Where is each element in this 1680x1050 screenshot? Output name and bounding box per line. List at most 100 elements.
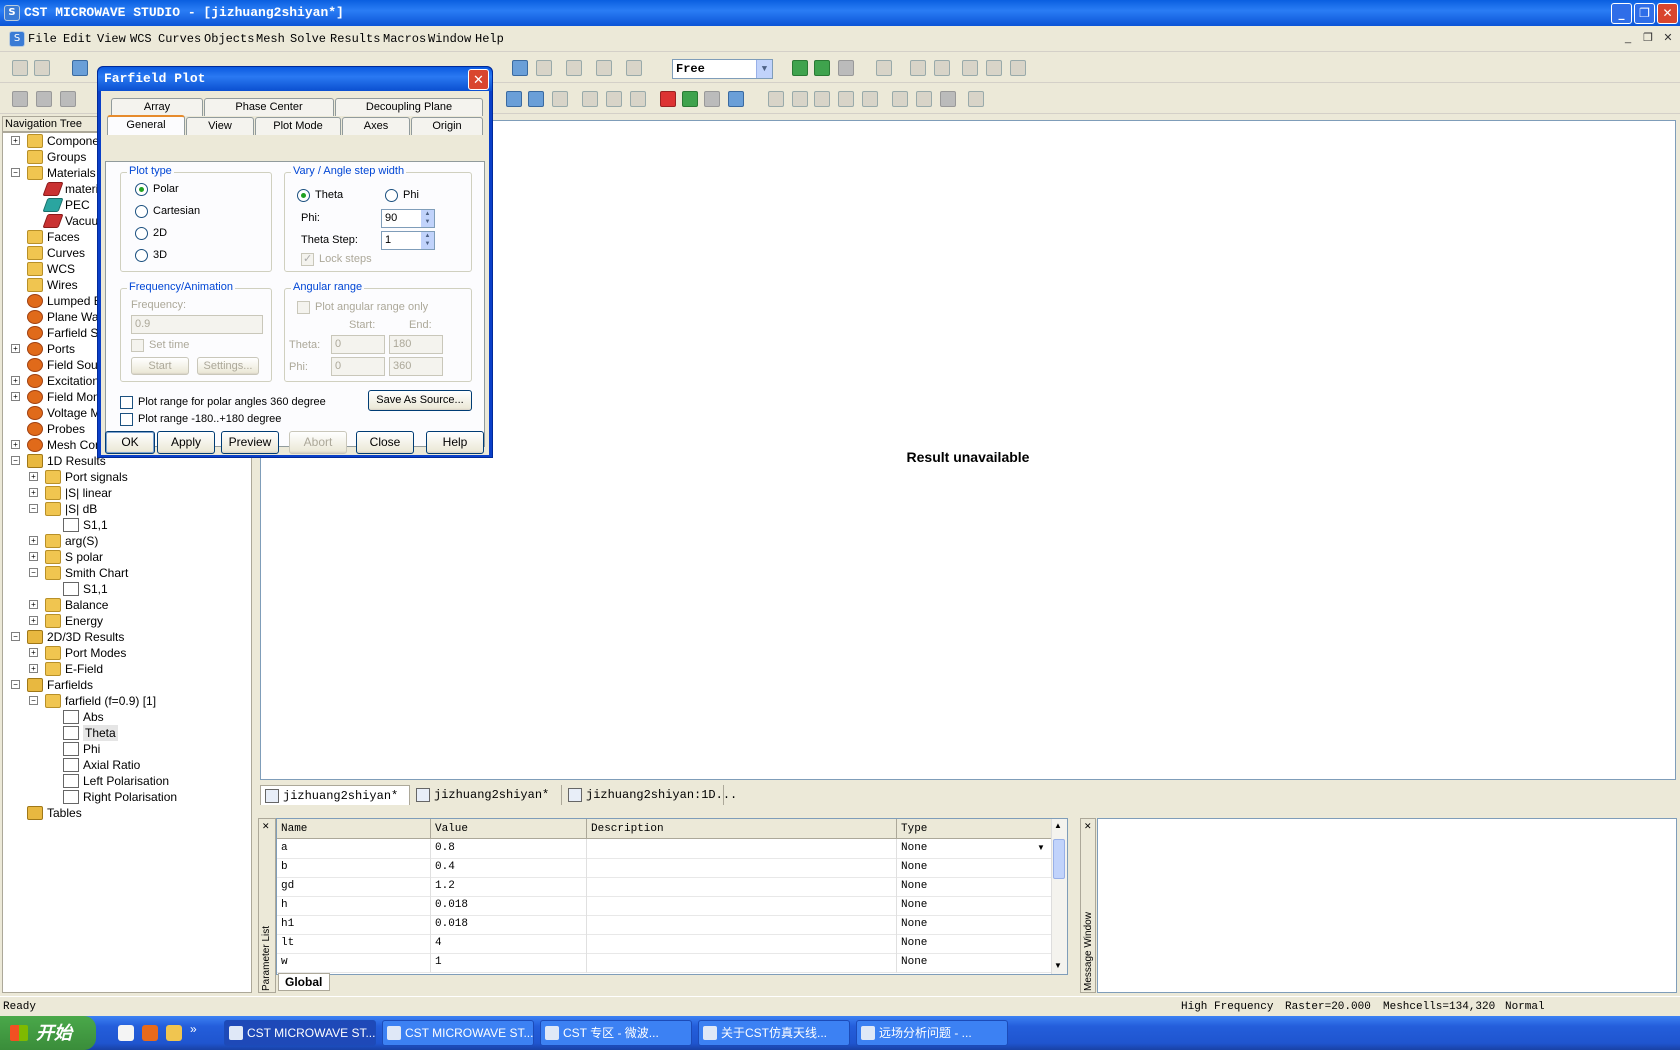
- theta-step-spinner[interactable]: 1 ▲ ▼: [381, 231, 435, 250]
- radio-2d[interactable]: [135, 227, 148, 240]
- menu-results[interactable]: Results: [330, 32, 380, 46]
- port-icon[interactable]: [660, 91, 676, 107]
- wcs-align-icon[interactable]: [962, 60, 978, 76]
- dialog-titlebar[interactable]: Farfield Plot: [98, 67, 492, 91]
- line-icon[interactable]: [768, 91, 784, 107]
- expand-icon[interactable]: +: [11, 376, 20, 385]
- message-window[interactable]: [1097, 818, 1677, 993]
- expand-icon[interactable]: +: [11, 344, 20, 353]
- doc-tab-1d[interactable]: jizhuang2shiyan:1D...: [564, 785, 737, 805]
- transform-icon[interactable]: [596, 60, 612, 76]
- range-180-checkbox[interactable]: [120, 413, 133, 426]
- pick-icon[interactable]: [512, 60, 528, 76]
- param-name-cell[interactable]: w: [277, 953, 431, 973]
- stop-icon[interactable]: [940, 91, 956, 107]
- param-type-cell[interactable]: None: [897, 839, 1053, 859]
- curve-icon[interactable]: [862, 91, 878, 107]
- task-browser-3[interactable]: 远场分析问题 - ...: [856, 1020, 1008, 1046]
- cross-icon[interactable]: [630, 91, 646, 107]
- show-desktop-icon[interactable]: [118, 1025, 134, 1041]
- solver-icon[interactable]: [792, 60, 808, 76]
- tab-plot-mode[interactable]: Plot Mode: [255, 117, 341, 135]
- param-value-cell[interactable]: 1: [431, 953, 587, 973]
- message-window-handle[interactable]: ✕ Message Window: [1080, 818, 1096, 993]
- col-header-name[interactable]: Name: [277, 819, 431, 839]
- menu-wcs[interactable]: WCS: [130, 32, 152, 46]
- menu-curves[interactable]: Curves: [158, 32, 201, 46]
- info-icon[interactable]: [728, 91, 744, 107]
- wcs-move-icon[interactable]: [986, 60, 1002, 76]
- param-value-cell[interactable]: 0.018: [431, 915, 587, 935]
- abort-button[interactable]: Abort: [289, 431, 347, 454]
- bend-icon[interactable]: [626, 60, 642, 76]
- probe-icon[interactable]: [582, 91, 598, 107]
- polar-360-checkbox[interactable]: [120, 396, 133, 409]
- close-icon[interactable]: ✕: [1084, 821, 1092, 832]
- task-browser-1[interactable]: CST 专区 - 微波...: [540, 1020, 692, 1046]
- help-button[interactable]: Help: [426, 431, 484, 454]
- start-button[interactable]: 开始: [0, 1016, 96, 1050]
- grid-icon[interactable]: [536, 60, 552, 76]
- collapse-icon[interactable]: −: [11, 456, 20, 465]
- tab-view[interactable]: View: [186, 117, 254, 135]
- col-header-description[interactable]: Description: [587, 819, 897, 839]
- global-tab[interactable]: Global: [278, 973, 330, 991]
- minimize-button[interactable]: _: [1611, 3, 1632, 24]
- radio-cartesian[interactable]: [135, 205, 148, 218]
- menu-file[interactable]: File: [28, 32, 57, 46]
- param-name-cell[interactable]: h: [277, 896, 431, 916]
- scroll-down-icon[interactable]: ▼: [1054, 961, 1062, 970]
- close-window-button[interactable]: ✕: [1657, 3, 1678, 24]
- radio-theta[interactable]: [297, 189, 310, 202]
- expand-icon[interactable]: +: [29, 664, 38, 673]
- expand-icon[interactable]: +: [29, 600, 38, 609]
- radio-phi[interactable]: [385, 189, 398, 202]
- mode-select[interactable]: Free ▼: [672, 59, 773, 79]
- phi-spinner[interactable]: 90 ▲ ▼: [381, 209, 435, 228]
- menu-window[interactable]: Window: [428, 32, 471, 46]
- arc-icon[interactable]: [838, 91, 854, 107]
- param-name-cell[interactable]: h1: [277, 915, 431, 935]
- plot-icon[interactable]: [506, 91, 522, 107]
- param-value-cell[interactable]: 0.8: [431, 839, 587, 859]
- mesh-view-icon[interactable]: [814, 60, 830, 76]
- sphere-icon[interactable]: [12, 91, 28, 107]
- tab-decoupling-plane[interactable]: Decoupling Plane: [335, 98, 483, 116]
- expand-icon[interactable]: +: [29, 488, 38, 497]
- phi-start-input[interactable]: 0: [331, 357, 385, 376]
- col-header-type[interactable]: Type: [897, 819, 1053, 839]
- mdi-minimize-button[interactable]: _: [1620, 31, 1636, 46]
- set-time-checkbox[interactable]: [131, 339, 144, 352]
- collapse-icon[interactable]: −: [11, 168, 20, 177]
- menu-edit[interactable]: Edit: [63, 32, 92, 46]
- collapse-icon[interactable]: −: [29, 504, 38, 513]
- menu-mesh[interactable]: Mesh: [256, 32, 285, 46]
- param-name-cell[interactable]: b: [277, 858, 431, 878]
- monitor-icon[interactable]: [704, 91, 720, 107]
- new-file-icon[interactable]: [12, 60, 28, 76]
- param-description-cell[interactable]: [587, 839, 897, 859]
- spinner-arrows-icon[interactable]: ▲ ▼: [421, 232, 434, 249]
- param-value-cell[interactable]: 4: [431, 934, 587, 954]
- save-icon[interactable]: [72, 60, 88, 76]
- param-name-cell[interactable]: a: [277, 839, 431, 859]
- save-as-source-button[interactable]: Save As Source...: [368, 390, 472, 411]
- excitation-icon[interactable]: [682, 91, 698, 107]
- copy-icon[interactable]: [552, 91, 568, 107]
- close-icon[interactable]: ✕: [262, 821, 270, 832]
- angular-range-only-checkbox[interactable]: [297, 301, 310, 314]
- wire-icon[interactable]: [606, 91, 622, 107]
- task-cst-2[interactable]: CST MICROWAVE ST...: [382, 1020, 534, 1046]
- cube-icon[interactable]: [566, 60, 582, 76]
- close-button[interactable]: Close: [356, 431, 414, 454]
- polar-icon[interactable]: [528, 91, 544, 107]
- polyline-icon[interactable]: [792, 91, 808, 107]
- expand-icon[interactable]: +: [29, 616, 38, 625]
- expand-icon[interactable]: +: [29, 472, 38, 481]
- theta-end-input[interactable]: 180: [389, 335, 443, 354]
- disable-icon[interactable]: [968, 91, 984, 107]
- parameter-scrollbar[interactable]: ▲ ▼: [1051, 819, 1067, 974]
- param-name-cell[interactable]: gd: [277, 877, 431, 897]
- circle-icon[interactable]: [814, 91, 830, 107]
- doc-tab-main[interactable]: jizhuang2shiyan*: [260, 785, 410, 805]
